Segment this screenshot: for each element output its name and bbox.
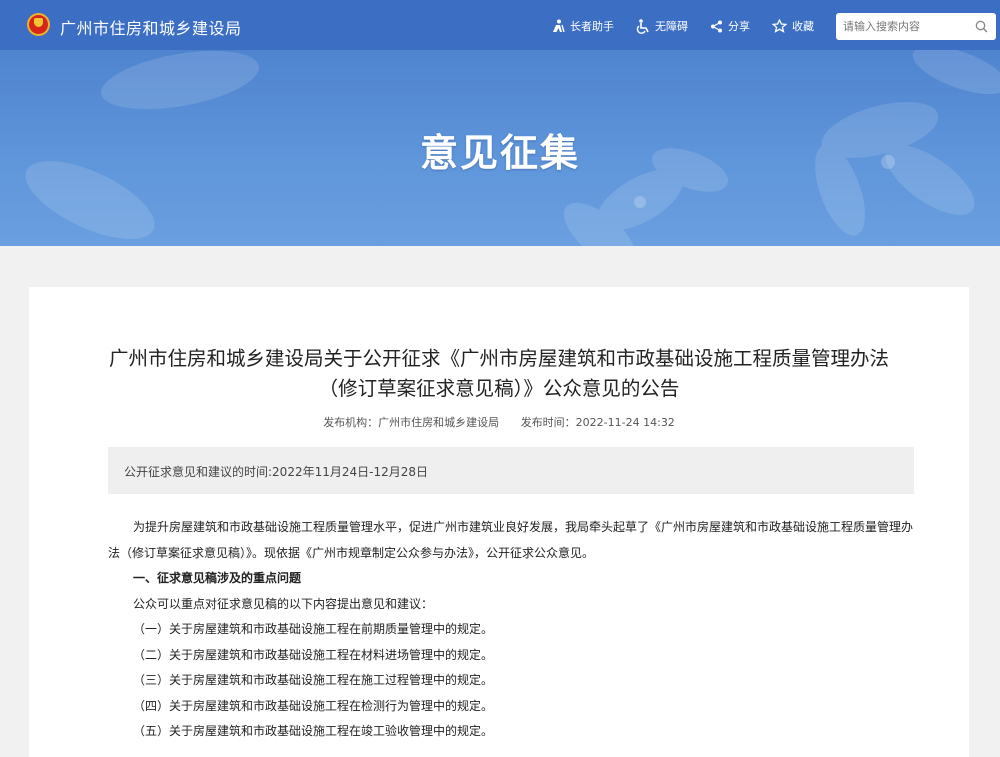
intro-paragraph: 为提升房屋建筑和市政基础设施工程质量管理水平，促进广州市建筑业良好发展，我局牵头…: [108, 520, 914, 560]
list-item: （二）关于房屋建筑和市政基础设施工程在材料进场管理中的规定。: [133, 647, 494, 662]
wheelchair-icon: [636, 18, 649, 34]
list-item: （一）关于房屋建筑和市政基础设施工程在前期质量管理中的规定。: [133, 622, 494, 636]
publisher: 发布机构：广州市住房和城乡建设局: [323, 416, 500, 429]
star-icon: [772, 19, 787, 33]
article-title: 广州市住房和城乡建设局关于公开征求《广州市房屋建筑和市政基础设施工程质量管理办法…: [29, 344, 969, 404]
list-item: （五）关于房屋建筑和市政基础设施工程在竣工验收管理中的规定。: [133, 724, 494, 738]
comment-period-box: 公开征求意见和建议的时间:2022年11月24日-12月28日: [108, 447, 914, 494]
share-icon: [711, 20, 722, 32]
share-label: 分享: [728, 20, 750, 33]
search-icon[interactable]: [975, 20, 988, 33]
elderly-icon: [553, 19, 565, 33]
top-header: 广州市住房和城乡建设局 长者助手 无障碍 分享 收藏: [0, 0, 1000, 50]
banner-title: 意见征集: [419, 131, 580, 175]
section-lead: 公众可以重点对征求意见稿的以下内容提出意见和建议：: [133, 596, 434, 611]
share-button[interactable]: 分享: [710, 18, 750, 34]
accessibility-button[interactable]: 无障碍: [636, 18, 688, 34]
banner: 意见征集: [0, 50, 1000, 246]
comment-period: 公开征求意见和建议的时间:2022年11月24日-12月28日: [124, 465, 428, 479]
favorite-button[interactable]: 收藏: [772, 18, 814, 34]
national-emblem-icon: [27, 13, 50, 36]
article-meta: 发布机构：广州市住房和城乡建设局 发布时间：2022-11-24 14:32: [29, 414, 969, 430]
search-box: [836, 13, 996, 40]
article-title-line2: （修订草案征求意见稿）》公众意见的公告: [318, 377, 680, 400]
favorite-label: 收藏: [792, 20, 814, 33]
elderly-assistant-label: 长者助手: [570, 20, 614, 33]
elderly-assistant-button[interactable]: 长者助手: [550, 18, 614, 34]
list-item: （三）关于房屋建筑和市政基础设施工程在施工过程管理中的规定。: [133, 673, 494, 687]
accessibility-label: 无障碍: [655, 20, 688, 33]
published-time: 发布时间：2022-11-24 14:32: [520, 416, 675, 429]
search-input[interactable]: [843, 13, 968, 40]
article-card: 广州市住房和城乡建设局关于公开征求《广州市房屋建筑和市政基础设施工程质量管理办法…: [29, 287, 969, 757]
article-title-line1: 广州市住房和城乡建设局关于公开征求《广州市房屋建筑和市政基础设施工程质量管理办法: [108, 347, 889, 370]
site-title[interactable]: 广州市住房和城乡建设局: [60, 15, 242, 39]
article-body: 为提升房屋建筑和市政基础设施工程质量管理水平，促进广州市建筑业良好发展，我局牵头…: [108, 515, 916, 745]
section-heading: 一、征求意见稿涉及的重点问题: [133, 571, 302, 585]
list-item: （四）关于房屋建筑和市政基础设施工程在检测行为管理中的规定。: [133, 698, 494, 713]
